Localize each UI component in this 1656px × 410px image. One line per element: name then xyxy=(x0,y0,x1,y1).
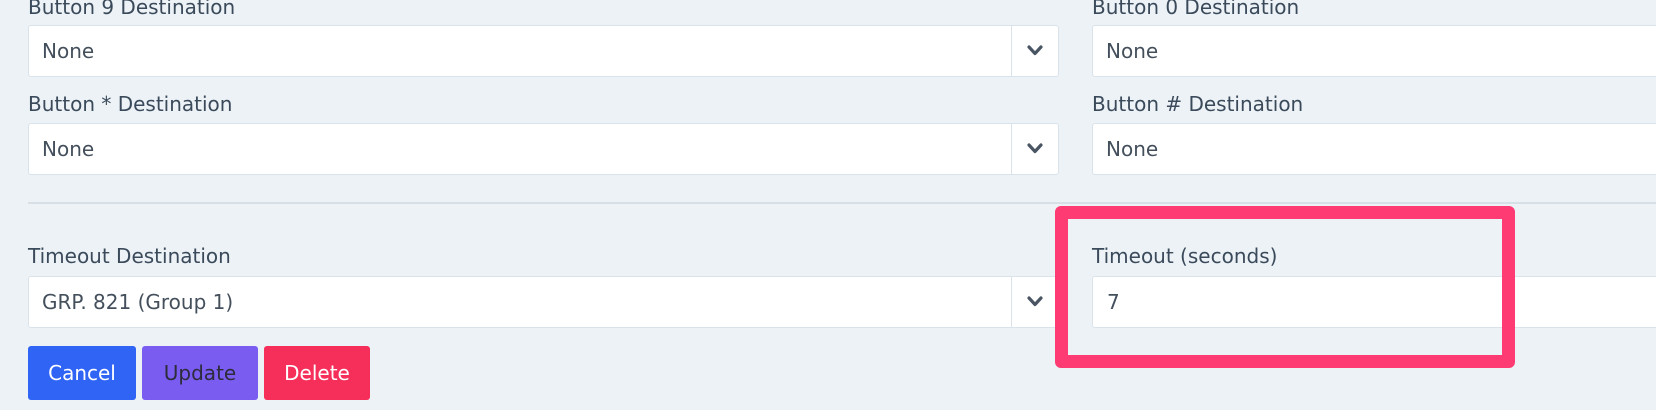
button-star-destination-select[interactable]: None xyxy=(28,123,1059,175)
chevron-down-icon[interactable] xyxy=(1011,26,1058,76)
timeout-seconds-label: Timeout (seconds) xyxy=(1092,244,1278,268)
timeout-destination-label: Timeout Destination xyxy=(28,244,231,268)
button-star-destination-value: None xyxy=(42,137,95,161)
cancel-button[interactable]: Cancel xyxy=(28,346,136,400)
button-hash-destination-select[interactable]: None xyxy=(1092,123,1656,175)
section-divider xyxy=(28,202,1656,204)
button-9-destination-label: Button 9 Destination xyxy=(28,0,236,19)
delete-button[interactable]: Delete xyxy=(264,346,370,400)
ivr-menu-form: Button 9 Destination None Button 0 Desti… xyxy=(0,0,1656,410)
button-hash-destination-label: Button # Destination xyxy=(1092,92,1304,116)
button-9-destination-select[interactable]: None xyxy=(28,25,1059,77)
chevron-down-icon[interactable] xyxy=(1011,277,1058,327)
button-star-destination-label: Button * Destination xyxy=(28,92,233,116)
button-9-destination-value: None xyxy=(42,39,95,63)
chevron-down-icon[interactable] xyxy=(1011,124,1058,174)
timeout-seconds-value: 7 xyxy=(1107,290,1120,314)
update-button[interactable]: Update xyxy=(142,346,258,400)
button-0-destination-value: None xyxy=(1106,39,1159,63)
timeout-destination-select[interactable]: GRP. 821 (Group 1) xyxy=(28,276,1059,328)
button-0-destination-select[interactable]: None xyxy=(1092,25,1656,77)
timeout-seconds-input[interactable]: 7 xyxy=(1092,276,1656,328)
button-0-destination-label: Button 0 Destination xyxy=(1092,0,1300,19)
button-hash-destination-value: None xyxy=(1106,137,1159,161)
timeout-destination-value: GRP. 821 (Group 1) xyxy=(42,290,234,314)
